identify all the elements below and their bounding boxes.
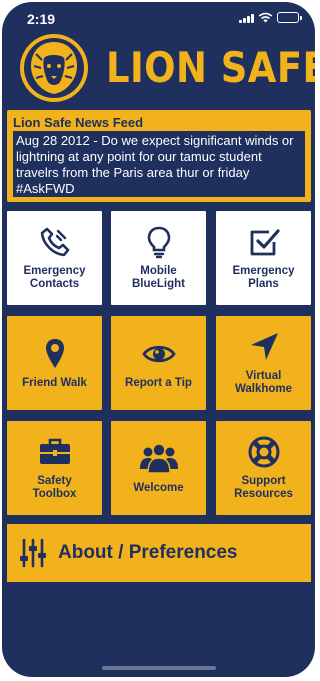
emergency-contacts-button[interactable]: Emergency Contacts	[7, 211, 102, 305]
lightbulb-icon	[147, 226, 170, 259]
map-pin-icon	[45, 338, 64, 368]
tile-label: Virtual Walkhome	[234, 370, 293, 395]
tile-label: Welcome	[133, 481, 184, 494]
navigation-arrow-icon	[250, 333, 278, 360]
mobile-bluelight-button[interactable]: Mobile BlueLight	[111, 211, 206, 305]
about-preferences-button[interactable]: About / Preferences	[7, 524, 311, 582]
phone-icon	[40, 227, 69, 257]
app-screen: 2:19 LION SAFE Lion Safe News Feed Aug 2…	[2, 2, 315, 677]
sliders-icon	[20, 538, 46, 568]
wifi-icon	[258, 12, 273, 23]
tile-label: Emergency Plans	[232, 265, 295, 290]
news-feed-item[interactable]: Aug 28 2012 - Do we expect significant w…	[13, 131, 305, 197]
group-icon	[139, 442, 178, 474]
status-icons	[239, 12, 302, 23]
tile-label: Safety Toolbox	[32, 475, 77, 500]
safety-toolbox-button[interactable]: Safety Toolbox	[7, 421, 102, 515]
tile-label: Support Resources	[234, 475, 293, 500]
checkbox-icon	[250, 229, 280, 256]
virtual-walkhome-button[interactable]: Virtual Walkhome	[216, 316, 311, 410]
tile-label: Mobile BlueLight	[131, 265, 186, 290]
signal-icon	[239, 13, 254, 23]
app-title: LION SAFE	[106, 43, 315, 92]
friend-walk-button[interactable]: Friend Walk	[7, 316, 102, 410]
tile-label: Emergency Contacts	[23, 265, 86, 290]
about-preferences-label: About / Preferences	[58, 542, 238, 563]
news-feed[interactable]: Lion Safe News Feed Aug 28 2012 - Do we …	[7, 110, 311, 202]
welcome-button[interactable]: Welcome	[111, 421, 206, 515]
toolbox-icon	[39, 438, 70, 464]
news-feed-title: Lion Safe News Feed	[13, 115, 144, 130]
tile-label: Friend Walk	[22, 376, 87, 389]
lifebuoy-icon	[248, 436, 279, 468]
battery-icon	[277, 12, 302, 23]
app-header: LION SAFE	[2, 30, 315, 108]
eye-icon	[141, 345, 176, 362]
report-a-tip-button[interactable]: Report a Tip	[111, 316, 206, 410]
status-time: 2:19	[27, 11, 56, 27]
status-bar: 2:19	[2, 2, 315, 30]
lion-logo-icon	[20, 34, 88, 102]
tile-label: Report a Tip	[125, 376, 192, 389]
emergency-plans-button[interactable]: Emergency Plans	[216, 211, 311, 305]
support-resources-button[interactable]: Support Resources	[216, 421, 311, 515]
home-indicator[interactable]	[102, 666, 216, 670]
